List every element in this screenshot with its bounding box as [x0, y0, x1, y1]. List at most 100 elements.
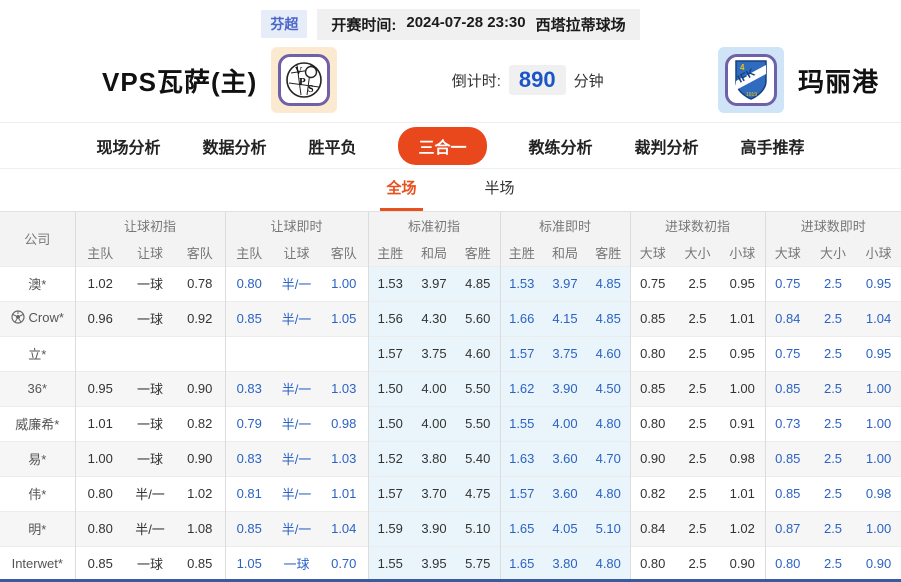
- sub-header-1-0: 主队: [224, 239, 273, 266]
- kickoff-info: 开赛时间: 2024-07-28 23:30 西塔拉蒂球场: [317, 8, 640, 40]
- odds-cell: 1.63: [499, 440, 543, 476]
- nav-tab-1[interactable]: 数据分析: [202, 127, 266, 165]
- odds-cell: 一球: [125, 405, 175, 441]
- odds-cell: 0.84: [629, 510, 675, 546]
- kickoff-label: 开赛时间:: [331, 16, 397, 34]
- company-cell-7[interactable]: 明*: [0, 510, 75, 546]
- odds-cell: 半/一: [273, 475, 320, 511]
- away-team-name: 玛丽港: [797, 66, 879, 97]
- odds-cell: 1.01: [720, 475, 766, 511]
- company-cell-8[interactable]: Interwet*: [0, 545, 75, 581]
- odds-cell: 1.62: [499, 370, 543, 406]
- odds-cell: 4.60: [456, 335, 500, 371]
- odds-cell: 0.85: [224, 510, 273, 546]
- odds-cell: 半/一: [273, 440, 320, 476]
- odds-cell: 3.75: [412, 335, 456, 371]
- odds-cell: 1.66: [499, 300, 543, 336]
- sub-header-3-2: 客胜: [587, 239, 630, 266]
- odds-cell: 0.85: [764, 440, 811, 476]
- period-tab-1[interactable]: 半场: [479, 167, 521, 211]
- odds-cell: 0.79: [224, 405, 273, 441]
- group-header-2: 标准初指: [367, 212, 500, 239]
- odds-cell: 0.85: [74, 545, 125, 581]
- odds-cell: 4.60: [587, 335, 630, 371]
- countdown-value: 890: [508, 65, 566, 95]
- top-bar: 芬超 开赛时间: 2024-07-28 23:30 西塔拉蒂球场: [0, 0, 901, 40]
- company-cell-2[interactable]: 立*: [0, 335, 75, 371]
- nav-tab-5[interactable]: 裁判分析: [635, 127, 699, 165]
- odds-cell: 1.03: [320, 370, 368, 406]
- odds-cell: 3.60: [543, 440, 587, 476]
- home-team-logo-icon: V P S: [271, 47, 338, 113]
- odds-cell: 1.05: [320, 300, 368, 336]
- company-name: 伟*: [28, 487, 47, 502]
- odds-cell: 1.01: [74, 405, 125, 441]
- nav-tab-4[interactable]: 教练分析: [529, 127, 593, 165]
- sub-header-1-1: 让球: [273, 239, 320, 266]
- company-cell-5[interactable]: 易*: [0, 440, 75, 476]
- odds-cell: 4.80: [587, 405, 630, 441]
- odds-cell: 4.00: [412, 370, 456, 406]
- odds-cell: 5.60: [456, 300, 500, 336]
- sub-header-3-0: 主胜: [499, 239, 543, 266]
- odds-cell: 2.5: [810, 335, 857, 371]
- odds-cell: 4.00: [543, 405, 587, 441]
- odds-cell: 1.53: [367, 265, 412, 301]
- odds-cell: 4.80: [587, 545, 630, 581]
- odds-cell: 0.95: [74, 370, 125, 406]
- col-header-company: 公司: [0, 212, 75, 266]
- away-team-logo-icon: 4 IFK 1919: [717, 47, 784, 113]
- sub-header-0-0: 主队: [74, 239, 125, 266]
- nav-tab-0[interactable]: 现场分析: [96, 127, 160, 165]
- odds-cell: 4.85: [587, 300, 630, 336]
- odds-cell: 5.75: [456, 545, 500, 581]
- company-cell-6[interactable]: 伟*: [0, 475, 75, 511]
- odds-cell: 0.80: [764, 545, 811, 581]
- league-badge[interactable]: 芬超: [261, 10, 308, 38]
- odds-cell: 3.95: [412, 545, 456, 581]
- odds-cell: 0.90: [629, 440, 675, 476]
- odds-cell: 0.91: [720, 405, 766, 441]
- odds-cell: 一球: [125, 440, 175, 476]
- odds-cell: 4.30: [412, 300, 456, 336]
- ifk-shield-icon: 4 IFK 1919: [735, 60, 767, 100]
- odds-cell: 1.00: [856, 405, 901, 441]
- odds-cell: 0.98: [320, 405, 368, 441]
- company-cell-1[interactable]: Crow*: [0, 300, 75, 336]
- odds-cell: 一球: [125, 300, 175, 336]
- sub-header-5-1: 大小: [810, 239, 857, 266]
- odds-cell: 4.75: [456, 475, 500, 511]
- company-cell-3[interactable]: 36*: [0, 370, 75, 406]
- odds-cell: 5.50: [456, 370, 500, 406]
- odds-cell: 1.55: [367, 545, 412, 581]
- odds-cell: 半/一: [273, 510, 320, 546]
- period-tabs: 全场 半场: [0, 168, 901, 212]
- odds-cell: 2.5: [675, 475, 720, 511]
- group-header-1: 让球即时: [224, 212, 368, 239]
- odds-cell: 1.57: [367, 475, 412, 511]
- odds-cell: 0.85: [224, 300, 273, 336]
- odds-cell: [273, 335, 320, 371]
- odds-cell: 一球: [125, 265, 175, 301]
- odds-cell: 一球: [273, 545, 320, 581]
- odds-cell: 4.85: [587, 265, 630, 301]
- odds-cell: 2.5: [675, 300, 720, 336]
- odds-cell: 一球: [125, 545, 175, 581]
- odds-cell: 0.81: [224, 475, 273, 511]
- odds-cell: 0.70: [320, 545, 368, 581]
- nav-tab-6[interactable]: 高手推荐: [741, 127, 805, 165]
- odds-cell: 0.80: [629, 335, 675, 371]
- odds-cell: 3.90: [543, 370, 587, 406]
- company-cell-0[interactable]: 澳*: [0, 265, 75, 301]
- nav-tab-3[interactable]: 三合一: [398, 126, 487, 165]
- odds-cell: 半/一: [273, 370, 320, 406]
- nav-tab-2[interactable]: 胜平负: [308, 127, 356, 165]
- venue: 西塔拉蒂球场: [535, 16, 626, 34]
- odds-cell: 4.70: [587, 440, 630, 476]
- odds-cell: 0.98: [856, 475, 901, 511]
- odds-cell: 2.5: [810, 265, 857, 301]
- company-cell-4[interactable]: 威廉希*: [0, 405, 75, 441]
- countdown-label: 倒计时:: [451, 72, 501, 90]
- table-row: 伟* 0.80 半/一 1.02 0.81 半/一 1.01 1.57 3.70 4.75 1.57…: [0, 475, 901, 511]
- period-tab-0[interactable]: 全场: [380, 167, 423, 211]
